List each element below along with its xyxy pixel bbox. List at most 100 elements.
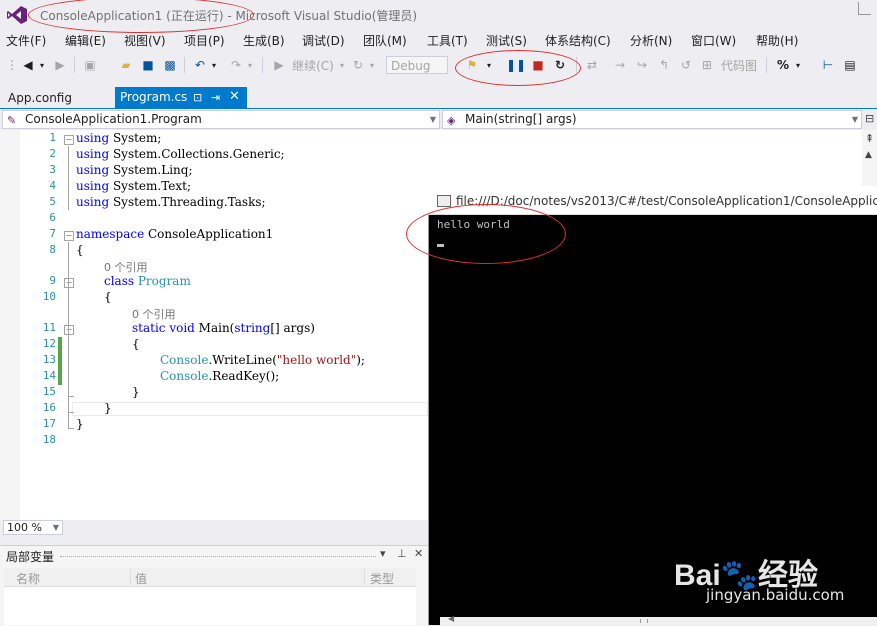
undo-dropdown-icon[interactable]: ▾ <box>210 56 218 74</box>
code-map-button[interactable]: 代码图 <box>718 56 760 74</box>
code-line: } <box>76 417 84 431</box>
format-indent-icon[interactable]: ⊢ <box>820 56 836 74</box>
string-literal: "hello world" <box>276 353 357 367</box>
locals-table-header <box>4 568 416 587</box>
code-line: namespace ConsoleApplication1 <box>76 227 273 241</box>
show-next-statement-icon[interactable]: ⇄ <box>584 56 600 74</box>
forward-icon[interactable]: ▶ <box>52 56 68 74</box>
comment-out-icon[interactable]: ▤ <box>842 56 858 74</box>
tab-label: Program.cs <box>120 90 188 104</box>
tab-program-cs[interactable]: Program.cs ⊡ ⇥ ✕ <box>115 87 247 108</box>
codelens-references[interactable]: 0 个引用 <box>104 259 148 275</box>
panel-grip[interactable] <box>60 556 376 557</box>
column-value[interactable]: 值 <box>135 570 147 587</box>
keyword: class <box>104 274 135 288</box>
back-icon[interactable]: ◀ <box>20 56 36 74</box>
hex-display-icon[interactable]: % <box>774 56 792 74</box>
panel-close-icon[interactable]: ✕ <box>414 547 423 560</box>
menu-test[interactable]: 测试(S) <box>486 32 527 49</box>
code-line: { <box>132 337 140 351</box>
menu-architecture[interactable]: 体系结构(C) <box>545 32 611 49</box>
save-icon[interactable]: ■ <box>140 56 156 74</box>
console-app-icon[interactable] <box>437 195 451 207</box>
keyword: using <box>76 147 110 161</box>
refresh-icon[interactable]: ↻ <box>350 56 366 74</box>
menu-project[interactable]: 项目(P) <box>184 32 225 49</box>
line-number: 15 <box>42 385 56 398</box>
vertical-scrollbar[interactable]: ⇞ ▲ <box>862 130 877 190</box>
menu-help[interactable]: 帮助(H) <box>756 32 798 49</box>
menu-team[interactable]: 团队(M) <box>363 32 407 49</box>
locals-table-body[interactable] <box>4 587 416 625</box>
step-over-icon[interactable]: ↪ <box>634 56 650 74</box>
outline-collapse-icon[interactable]: − <box>64 231 74 241</box>
tab-close-icon[interactable]: ✕ <box>229 86 240 107</box>
menu-build[interactable]: 生成(B) <box>243 32 285 49</box>
split-handle-icon[interactable]: ⇞ <box>865 132 874 145</box>
line-number: 10 <box>42 290 56 303</box>
column-divider[interactable] <box>130 569 131 585</box>
tab-pin-icon[interactable]: ⇥ <box>211 87 220 108</box>
redo-icon[interactable]: ↷ <box>228 56 244 74</box>
console-horizontal-scrollbar[interactable]: ◀ <box>440 614 877 625</box>
window-control-icon[interactable] <box>858 2 871 15</box>
undo-icon[interactable]: ↶ <box>192 56 208 74</box>
toolbar-separator <box>74 57 75 73</box>
member-selector-value: Main(string[] args) <box>465 112 577 126</box>
step-out-icon[interactable]: ↰ <box>656 56 672 74</box>
outline-collapse-icon[interactable]: − <box>64 325 74 335</box>
toolbar: ⋮ ◀ ▾ ▶ ▣ ▰ ■ ▩ ↶ ▾ ↷ ▾ ▶ 继续(C) ▾ ↻ ▾ De… <box>0 52 877 78</box>
menu-tools[interactable]: 工具(T) <box>427 32 468 49</box>
code-line: } <box>132 385 140 399</box>
hex-dropdown-icon[interactable]: ▾ <box>794 56 802 74</box>
line-number: 14 <box>42 369 56 382</box>
zoom-select[interactable]: 100 % ▼ <box>3 520 63 535</box>
outline-collapse-icon[interactable]: − <box>64 135 74 145</box>
outline-guide <box>68 412 74 413</box>
outline-collapse-icon[interactable]: − <box>64 278 74 288</box>
code-text: ConsoleApplication1 <box>144 227 274 241</box>
split-editor-icon[interactable]: ⊟ <box>865 112 874 125</box>
step-into-icon[interactable]: → <box>612 56 628 74</box>
save-all-icon[interactable]: ▩ <box>162 56 178 74</box>
tab-app-config[interactable]: App.config <box>2 89 78 108</box>
code-line: static void Main(string[] args) <box>132 321 315 335</box>
type-selector[interactable]: ✎ ConsoleApplication1.Program ▼ <box>2 110 440 129</box>
menu-file[interactable]: 文件(F) <box>6 32 46 49</box>
refresh-dropdown-icon[interactable]: ▾ <box>368 56 376 74</box>
back-dropdown-icon[interactable]: ▾ <box>38 56 46 74</box>
member-selector[interactable]: ◈ Main(string[] args) ▼ <box>442 110 862 129</box>
continue-button[interactable]: 继续(C) <box>290 56 336 74</box>
solution-config-select[interactable]: Debug <box>386 56 448 74</box>
keyword: using <box>76 131 110 145</box>
toolbar-separator <box>262 57 263 73</box>
code-map-icon[interactable]: ⊞ <box>700 56 714 74</box>
scroll-thumb-grip[interactable] <box>640 619 648 623</box>
column-divider[interactable] <box>364 569 365 585</box>
panel-pin-icon[interactable]: ⊥ <box>397 547 407 560</box>
column-type[interactable]: 类型 <box>370 570 394 587</box>
panel-dropdown-icon[interactable]: ▾ <box>380 547 386 560</box>
menu-edit[interactable]: 编辑(E) <box>65 32 106 49</box>
line-number: 9 <box>49 274 56 287</box>
menu-view[interactable]: 视图(V) <box>124 32 166 49</box>
indicator-margin[interactable] <box>0 130 20 520</box>
scroll-left-icon[interactable]: ◀ <box>448 614 454 623</box>
scroll-up-icon[interactable]: ▲ <box>865 150 872 160</box>
menu-window[interactable]: 窗口(W) <box>691 32 736 49</box>
type-name: Console <box>160 369 209 383</box>
toolbar-grip-icon: ⋮ <box>6 58 18 72</box>
continue-icon[interactable]: ▶ <box>272 56 286 74</box>
open-file-icon[interactable]: ▰ <box>118 56 134 74</box>
column-name[interactable]: 名称 <box>16 570 40 587</box>
tab-preview-icon[interactable]: ⊡ <box>193 87 202 108</box>
step-back-icon[interactable]: ↺ <box>678 56 694 74</box>
menu-debug[interactable]: 调试(D) <box>302 32 345 49</box>
continue-dropdown-icon[interactable]: ▾ <box>338 56 346 74</box>
menu-analyze[interactable]: 分析(N) <box>630 32 672 49</box>
changed-lines-indicator <box>58 337 62 385</box>
redo-dropdown-icon[interactable]: ▾ <box>246 56 254 74</box>
codelens-references[interactable]: 0 个引用 <box>132 306 176 322</box>
line-number: 6 <box>49 211 56 224</box>
new-project-icon[interactable]: ▣ <box>82 56 98 74</box>
